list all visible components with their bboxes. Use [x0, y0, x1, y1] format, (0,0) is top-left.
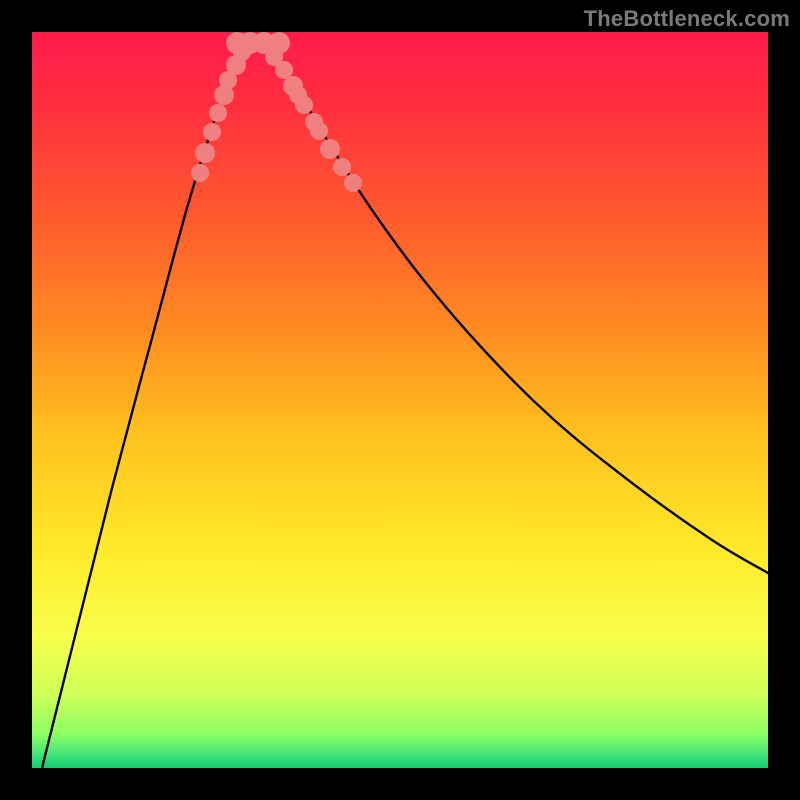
plot-area	[32, 32, 768, 768]
datapoint-marker	[344, 174, 362, 192]
datapoint-marker	[320, 139, 340, 159]
datapoint-marker	[333, 158, 351, 176]
frame: TheBottleneck.com	[0, 0, 800, 800]
datapoint-marker	[203, 123, 221, 141]
chart-svg	[32, 32, 768, 768]
datapoint-marker	[209, 104, 227, 122]
watermark-text: TheBottleneck.com	[584, 6, 790, 32]
datapoint-marker	[191, 164, 209, 182]
datapoint-marker	[295, 96, 313, 114]
datapoint-marker	[275, 61, 293, 79]
gradient-background	[32, 32, 768, 768]
datapoint-marker	[195, 143, 215, 163]
datapoint-marker	[310, 122, 328, 140]
